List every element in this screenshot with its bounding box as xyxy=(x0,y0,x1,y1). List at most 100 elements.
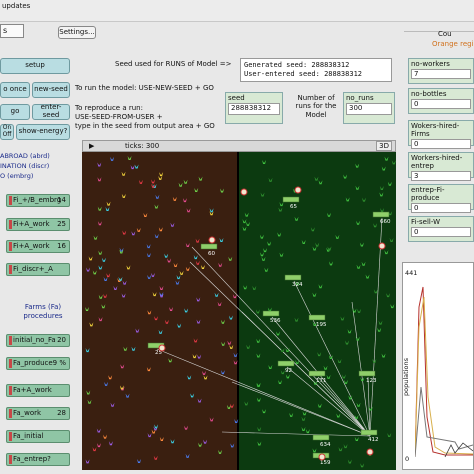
farms-header: Farms (Fa) procedures xyxy=(23,303,63,320)
monitor-workers-hired-firms: Wokers-hired-Firms 0 xyxy=(408,120,474,149)
discr-label: INATION (discr) xyxy=(0,162,50,170)
slider-fa-produce[interactable]: Fa_produce 9 % xyxy=(6,357,70,370)
plot-x0: 0 xyxy=(405,455,410,463)
view-3d-button[interactable]: 3D xyxy=(376,141,392,151)
node-label: 159 xyxy=(320,460,331,466)
firm-node[interactable] xyxy=(277,360,295,367)
no-runs-box[interactable]: no_runs 300 xyxy=(343,92,395,124)
firm-node[interactable] xyxy=(308,314,326,321)
slider-fi-b-embrg[interactable]: Fi_+/B_embrg 14 xyxy=(6,194,70,207)
slider-knob[interactable] xyxy=(9,455,12,464)
monitor-no-bottles: no-bottles 0 xyxy=(408,88,474,114)
node-label: 536 xyxy=(270,318,281,324)
settings-button[interactable]: Settings... xyxy=(58,26,96,39)
firm-node[interactable] xyxy=(372,211,390,218)
embrg-label: O (embrg) xyxy=(0,172,34,180)
runs-label: Number of runs for the Model xyxy=(295,94,337,119)
setup-button[interactable]: setup xyxy=(0,58,70,74)
plot-ylabel: populations xyxy=(401,358,410,396)
ticks-label: ticks: 300 xyxy=(125,142,160,150)
firm-node[interactable] xyxy=(312,434,330,441)
slider-fa-initial[interactable]: Fa_initial xyxy=(6,430,70,443)
slider-initial-no-fa[interactable]: initial_no_Fa 20 xyxy=(6,334,70,347)
updates-label: updates xyxy=(2,2,31,10)
plot-series-red xyxy=(415,286,473,458)
seed-input-box[interactable]: seed 288838312 xyxy=(225,92,283,124)
run-instructions: To run the model: USE-NEW-SEED + GO xyxy=(75,84,214,92)
slider-fi-a-work[interactable]: Fi+A_work 25 xyxy=(6,218,70,231)
monitor-workers-hired-entrep: Workers-hired-entrep 3 xyxy=(408,152,474,181)
go-once-button[interactable]: o once xyxy=(0,82,30,98)
node-label: 123 xyxy=(366,378,377,384)
slider-fa-work[interactable]: Fa_work 28 xyxy=(6,407,70,420)
slider-fa-a-work[interactable]: Fa+A_work xyxy=(6,384,70,397)
user-seed-text: User-entered seed: 288838312 xyxy=(244,70,363,78)
slider-knob[interactable] xyxy=(9,386,12,395)
world-view[interactable]: 60 65 660 324 536 195 92 171 123 25 634 412 159 xyxy=(82,152,396,470)
new-seed-button[interactable]: new-seed xyxy=(32,82,70,98)
enter-seed-button[interactable]: enter-seed xyxy=(32,103,70,120)
populations-plot: 441 0 populations xyxy=(402,262,474,470)
node-label: 60 xyxy=(208,251,215,257)
monitor-fi-sell-w: Fi-sell-W 0 xyxy=(408,216,474,242)
seed-input[interactable]: 288838312 xyxy=(228,103,280,115)
node-label: 92 xyxy=(285,368,292,374)
abroad-label: ABROAD (abrd) xyxy=(0,152,50,160)
energy-switch[interactable]: On Off xyxy=(0,124,14,140)
update-mode-dropdown[interactable]: s xyxy=(0,24,24,38)
world-view-header: ▶ ticks: 300 3D xyxy=(82,140,396,152)
monitor-no-workers: no-workers 7 xyxy=(408,58,474,84)
brown-region xyxy=(82,152,238,470)
node-label: 412 xyxy=(368,437,379,443)
world-canvas: 606566032453619592171 12325634412159 xyxy=(82,152,396,470)
slider-knob[interactable] xyxy=(9,265,12,274)
seed-output-area[interactable]: Generated seed: 288838312 User-entered s… xyxy=(240,58,392,82)
person-agent[interactable] xyxy=(366,448,374,456)
slider-knob[interactable] xyxy=(9,242,12,251)
slider-knob[interactable] xyxy=(9,432,12,441)
slider-fi-a-work-2[interactable]: Fi+A_work 16 xyxy=(6,240,70,253)
plot-canvas xyxy=(415,286,473,458)
firm-node[interactable] xyxy=(284,274,302,281)
firm-node[interactable] xyxy=(200,243,218,250)
slider-knob[interactable] xyxy=(9,336,12,345)
no-runs-input[interactable]: 300 xyxy=(346,103,392,115)
firm-node[interactable] xyxy=(308,370,326,377)
reproduce-instructions: To reproduce a run: USE-SEED-FROM-USER +… xyxy=(75,104,215,130)
speed-icon: ▶ xyxy=(89,142,95,150)
seed-title: Seed used for RUNS of Model => xyxy=(115,60,232,68)
firm-node[interactable] xyxy=(360,429,378,436)
person-agent[interactable] xyxy=(294,186,302,194)
monitor-entrep-fi-produce: entrep-Fi-produce 0 xyxy=(408,184,474,213)
show-energy-switch[interactable]: show-energy? xyxy=(16,124,70,140)
node-label: 660 xyxy=(380,219,391,225)
person-agent[interactable] xyxy=(378,242,386,250)
firm-node[interactable] xyxy=(282,196,300,203)
slider-knob[interactable] xyxy=(9,220,12,229)
firm-node[interactable] xyxy=(358,370,376,377)
node-label: 195 xyxy=(316,322,327,328)
slider-knob[interactable] xyxy=(9,409,12,418)
person-agent[interactable] xyxy=(240,188,248,196)
person-agent[interactable] xyxy=(318,453,326,461)
slider-fa-entrep[interactable]: Fa_entrep? xyxy=(6,453,70,466)
seed-label: seed xyxy=(228,94,245,102)
person-agent[interactable] xyxy=(158,344,166,352)
node-label: 324 xyxy=(292,282,303,288)
slider-knob[interactable] xyxy=(9,359,12,368)
orange-region-label: Orange regi xyxy=(432,40,474,48)
node-label: 634 xyxy=(320,442,331,448)
country-label: Cou xyxy=(438,30,452,38)
no-runs-label: no_runs xyxy=(346,94,374,102)
green-region xyxy=(238,152,396,470)
generated-seed-text: Generated seed: 288838312 xyxy=(244,61,350,69)
top-toolbar: updates xyxy=(0,0,474,22)
go-button[interactable]: go xyxy=(0,104,30,120)
node-label: 171 xyxy=(316,378,327,384)
plot-series-grey xyxy=(415,386,473,458)
node-label: 65 xyxy=(290,204,297,210)
firm-node[interactable] xyxy=(262,310,280,317)
slider-knob[interactable] xyxy=(9,196,12,205)
person-agent[interactable] xyxy=(208,236,216,244)
slider-fi-discr-a[interactable]: Fi_discr+_A xyxy=(6,263,70,276)
